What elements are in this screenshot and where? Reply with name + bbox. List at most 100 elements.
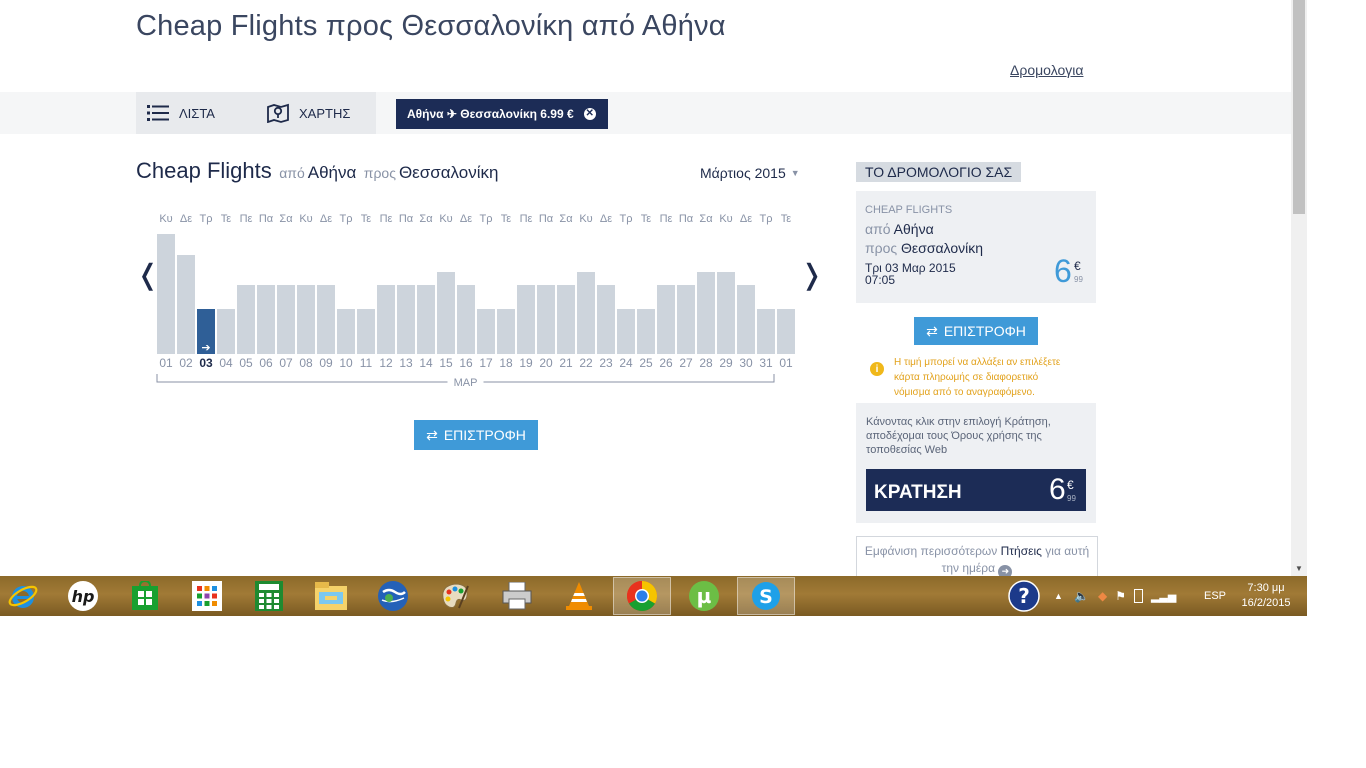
day-label[interactable]: 14 — [419, 356, 433, 370]
volume-icon[interactable]: 🔈 — [1074, 589, 1089, 603]
day-label[interactable]: 11 — [360, 356, 373, 370]
return-flight-button[interactable]: ⇄ ΕΠΙΣΤΡΟΦΗ — [414, 420, 538, 450]
scroll-down-arrow[interactable]: ▼ — [1291, 560, 1307, 576]
list-view-button[interactable]: ΛΙΣΤΑ — [147, 92, 215, 134]
price-bar[interactable] — [317, 285, 335, 354]
day-label[interactable]: 18 — [499, 356, 513, 370]
list-icon — [147, 105, 169, 121]
price-bar[interactable] — [697, 272, 715, 354]
show-more-flights[interactable]: Εμφάνιση περισσότερων Πτήσεις για αυτή τ… — [856, 536, 1098, 576]
day-label[interactable]: 03 — [199, 356, 213, 370]
day-label[interactable]: 26 — [659, 356, 673, 370]
price-bar[interactable] — [717, 272, 735, 354]
day-label[interactable]: 31 — [759, 356, 773, 370]
day-label[interactable]: 01 — [779, 356, 793, 370]
taskbar-google-earth[interactable] — [364, 577, 422, 615]
day-label[interactable]: 23 — [599, 356, 613, 370]
price-bar[interactable] — [537, 285, 555, 354]
price-bar[interactable] — [237, 285, 255, 354]
day-label[interactable]: 27 — [679, 356, 693, 370]
price-bar[interactable] — [337, 309, 355, 354]
book-button[interactable]: ΚΡΑΤΗΣΗ 6 € 99 — [866, 469, 1086, 511]
language-indicator[interactable]: ESP — [1204, 576, 1226, 616]
price-bar[interactable] — [597, 285, 615, 354]
price-bar[interactable] — [157, 234, 175, 354]
day-label[interactable]: 19 — [519, 356, 533, 370]
price-bar[interactable] — [517, 285, 535, 354]
day-label[interactable]: 20 — [539, 356, 553, 370]
remove-filter-icon[interactable]: ✕ — [583, 108, 596, 120]
month-select[interactable]: Μάρτιος 2015 ▼ — [700, 165, 800, 181]
show-hidden-icons[interactable]: ▲ — [1054, 576, 1063, 616]
taskbar-ie[interactable] — [0, 577, 52, 615]
clock[interactable]: 7:30 μμ 16/2/2015 — [1234, 576, 1298, 616]
price-bar[interactable] — [497, 309, 515, 354]
itinerary-return-button[interactable]: ⇄ ΕΠΙΣΤΡΟΦΗ — [914, 317, 1038, 345]
price-bar[interactable] — [397, 285, 415, 354]
day-label[interactable]: 22 — [579, 356, 593, 370]
day-label[interactable]: 01 — [159, 356, 173, 370]
price-bar[interactable] — [257, 285, 275, 354]
day-label[interactable]: 09 — [319, 356, 333, 370]
taskbar-hp[interactable]: hp — [54, 577, 112, 615]
price-bar[interactable] — [277, 285, 295, 354]
taskbar-vlc[interactable] — [550, 577, 608, 615]
day-label[interactable]: 15 — [439, 356, 453, 370]
price-bar[interactable] — [437, 272, 455, 354]
taskbar-skype[interactable]: S — [737, 577, 795, 615]
network-color-icon[interactable]: ◆ — [1098, 589, 1107, 603]
price-bar[interactable] — [457, 285, 475, 354]
taskbar-store[interactable] — [116, 577, 174, 615]
price-bar[interactable] — [617, 309, 635, 354]
itinerary-flight-card[interactable]: CHEAP FLIGHTS από Αθήνα προς Θεσσαλονίκη… — [856, 191, 1096, 303]
price-bar[interactable] — [557, 285, 575, 354]
day-label[interactable]: 07 — [279, 356, 293, 370]
price-bar[interactable] — [357, 309, 375, 354]
price-bar[interactable] — [377, 285, 395, 354]
price-bar[interactable] — [757, 309, 775, 354]
itinerary-link[interactable]: Δρομολογια — [1010, 62, 1083, 78]
day-label[interactable]: 08 — [299, 356, 313, 370]
taskbar-paint[interactable] — [426, 577, 484, 615]
taskbar-apps[interactable] — [178, 577, 236, 615]
day-label[interactable]: 13 — [399, 356, 413, 370]
taskbar-file-explorer[interactable] — [302, 577, 360, 615]
price-bar[interactable] — [297, 285, 315, 354]
svg-text:hp: hp — [72, 587, 95, 606]
day-label[interactable]: 06 — [259, 356, 273, 370]
price-bar[interactable] — [477, 309, 495, 354]
battery-icon[interactable] — [1133, 589, 1143, 603]
price-bar[interactable] — [777, 309, 795, 354]
taskbar-calculator[interactable] — [240, 577, 298, 615]
price-bar[interactable] — [417, 285, 435, 354]
day-label[interactable]: 16 — [459, 356, 473, 370]
price-bar[interactable] — [577, 272, 595, 354]
signal-icon[interactable]: ▂▃▅ — [1151, 590, 1176, 603]
day-label[interactable]: 30 — [739, 356, 753, 370]
price-bar[interactable] — [177, 255, 195, 354]
day-label[interactable]: 05 — [239, 356, 253, 370]
taskbar-chrome[interactable] — [613, 577, 671, 615]
day-label[interactable]: 29 — [719, 356, 733, 370]
price-bar[interactable] — [677, 285, 695, 354]
taskbar-printer[interactable] — [488, 577, 546, 615]
day-label[interactable]: 04 — [219, 356, 233, 370]
flag-icon[interactable]: ⚑ — [1115, 589, 1126, 603]
price-bar[interactable] — [217, 309, 235, 354]
price-bar[interactable] — [737, 285, 755, 354]
day-label[interactable]: 17 — [479, 356, 493, 370]
day-label[interactable]: 28 — [699, 356, 713, 370]
day-label[interactable]: 21 — [559, 356, 573, 370]
day-label[interactable]: 24 — [619, 356, 633, 370]
day-label[interactable]: 02 — [179, 356, 193, 370]
scrollbar-thumb[interactable] — [1293, 0, 1305, 214]
day-label[interactable]: 10 — [339, 356, 353, 370]
price-bar[interactable] — [657, 285, 675, 354]
price-bar[interactable] — [637, 309, 655, 354]
route-filter-pill[interactable]: Αθήνα ✈ Θεσσαλονίκη 6.99 € ✕ — [396, 99, 608, 129]
day-label[interactable]: 12 — [379, 356, 393, 370]
help-tray-icon[interactable]: ? — [1008, 576, 1040, 616]
taskbar-utorrent[interactable]: µ — [675, 577, 733, 615]
map-view-button[interactable]: ΧΑΡΤΗΣ — [267, 92, 350, 134]
day-label[interactable]: 25 — [639, 356, 653, 370]
